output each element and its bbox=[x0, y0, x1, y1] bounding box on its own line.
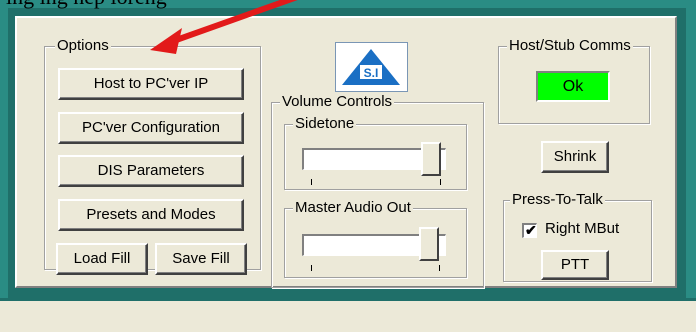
master-audio-slider-thumb[interactable] bbox=[419, 227, 439, 261]
checkmark-icon: ✔ bbox=[525, 222, 537, 238]
sidetone-tick-max bbox=[440, 179, 441, 185]
host-to-pcver-ip-button[interactable]: Host to PC'ver IP bbox=[58, 68, 244, 100]
bottom-strip bbox=[0, 298, 696, 332]
load-fill-button[interactable]: Load Fill bbox=[56, 243, 148, 275]
master-audio-out-legend: Master Audio Out bbox=[293, 199, 413, 217]
volume-controls-legend: Volume Controls bbox=[280, 93, 395, 111]
ptt-button[interactable]: PTT bbox=[541, 250, 609, 280]
sidetone-legend: Sidetone bbox=[293, 115, 357, 133]
shrink-button[interactable]: Shrink bbox=[541, 141, 609, 173]
right-mbut-checkbox[interactable]: ✔ bbox=[522, 222, 537, 238]
press-to-talk-legend: Press-To-Talk bbox=[510, 191, 605, 209]
pcver-configuration-button[interactable]: PC'ver Configuration bbox=[58, 112, 244, 144]
annotation-arrow-icon bbox=[150, 0, 298, 54]
dis-parameters-button[interactable]: DIS Parameters bbox=[58, 155, 244, 187]
sidetone-tick-min bbox=[311, 179, 312, 185]
save-fill-button[interactable]: Save Fill bbox=[155, 243, 247, 275]
sidetone-slider-thumb[interactable] bbox=[421, 142, 441, 176]
comms-status-indicator: Ok bbox=[536, 71, 610, 102]
master-audio-tick-max bbox=[439, 265, 440, 271]
right-mbut-label: Right MBut bbox=[545, 220, 620, 237]
master-audio-tick-min bbox=[311, 265, 312, 271]
bottom-divider bbox=[0, 298, 696, 301]
presets-and-modes-button[interactable]: Presets and Modes bbox=[58, 199, 244, 231]
